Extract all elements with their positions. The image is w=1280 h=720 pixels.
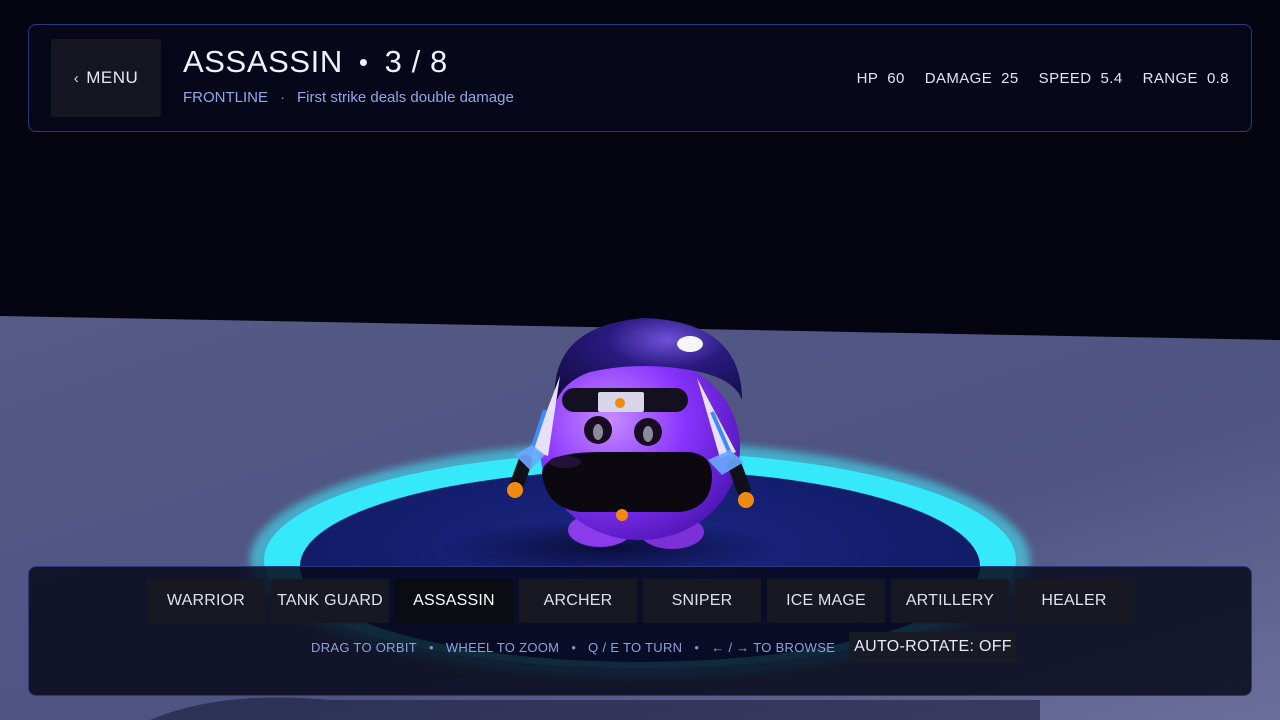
title-separator: • bbox=[358, 46, 369, 77]
unit-subtitle: FRONTLINE · First strike deals double da… bbox=[183, 89, 514, 106]
hint-zoom: WHEEL TO ZOOM bbox=[445, 639, 560, 655]
hint-browse: ← / → TO BROWSE bbox=[711, 639, 836, 655]
stat-label: RANGE bbox=[1142, 70, 1198, 87]
stat-value: 60 bbox=[887, 70, 905, 87]
stat-damage: DAMAGE 25 bbox=[925, 70, 1019, 87]
tab-tank-guard[interactable]: TANK GUARD bbox=[271, 579, 389, 623]
tab-warrior[interactable]: WARRIOR bbox=[147, 579, 265, 623]
unit-info-panel: ‹ MENU ASSASSIN • 3 / 8 FRONTLINE · Firs… bbox=[28, 24, 1252, 132]
stat-value: 25 bbox=[1001, 70, 1019, 87]
stat-label: SPEED bbox=[1038, 70, 1092, 87]
menu-button-label: MENU bbox=[86, 68, 139, 87]
tab-sniper[interactable]: SNIPER bbox=[643, 579, 761, 623]
unit-stats: HP 60 DAMAGE 25 SPEED 5.4 RANGE 0.8 bbox=[837, 70, 1229, 87]
hint-turn: Q / E TO TURN bbox=[588, 639, 683, 655]
tab-artillery[interactable]: ARTILLERY bbox=[891, 579, 1009, 623]
unit-name: ASSASSIN bbox=[183, 44, 343, 79]
unit-title: ASSASSIN • 3 / 8 bbox=[183, 43, 448, 81]
hint-separator: • bbox=[429, 639, 434, 655]
hint-separator: • bbox=[571, 639, 577, 655]
stat-speed: SPEED 5.4 bbox=[1039, 70, 1123, 87]
hint-separator: • bbox=[694, 639, 700, 655]
auto-rotate-toggle[interactable]: AUTO-ROTATE: OFF bbox=[849, 632, 1017, 662]
unit-selector-panel: WARRIOR TANK GUARD ASSASSIN ARCHER SNIPE… bbox=[28, 566, 1252, 696]
menu-button[interactable]: ‹ MENU bbox=[51, 39, 161, 117]
control-hints: DRAG TO ORBIT • WHEEL TO ZOOM • Q / E TO… bbox=[311, 632, 1017, 662]
stat-label: DAMAGE bbox=[924, 70, 993, 87]
unit-tabs: WARRIOR TANK GUARD ASSASSIN ARCHER SNIPE… bbox=[147, 579, 1139, 623]
floor-shadow bbox=[150, 697, 1040, 720]
stat-value: 5.4 bbox=[1100, 70, 1123, 87]
stat-value: 0.8 bbox=[1206, 70, 1229, 87]
unit-role: FRONTLINE bbox=[183, 89, 269, 106]
stat-hp: HP 60 bbox=[857, 70, 905, 87]
stat-range: RANGE 0.8 bbox=[1143, 70, 1229, 87]
tab-ice-mage[interactable]: ICE MAGE bbox=[767, 579, 885, 623]
tab-assassin[interactable]: ASSASSIN bbox=[395, 579, 513, 623]
tab-archer[interactable]: ARCHER bbox=[519, 579, 637, 623]
tab-healer[interactable]: HEALER bbox=[1015, 579, 1133, 623]
stat-label: HP bbox=[856, 70, 879, 87]
subtitle-separator: · bbox=[280, 89, 286, 106]
chevron-left-icon: ‹ bbox=[73, 69, 80, 87]
unit-counter: 3 / 8 bbox=[384, 44, 448, 79]
unit-ability: First strike deals double damage bbox=[297, 89, 514, 106]
hint-orbit: DRAG TO ORBIT bbox=[311, 639, 417, 655]
